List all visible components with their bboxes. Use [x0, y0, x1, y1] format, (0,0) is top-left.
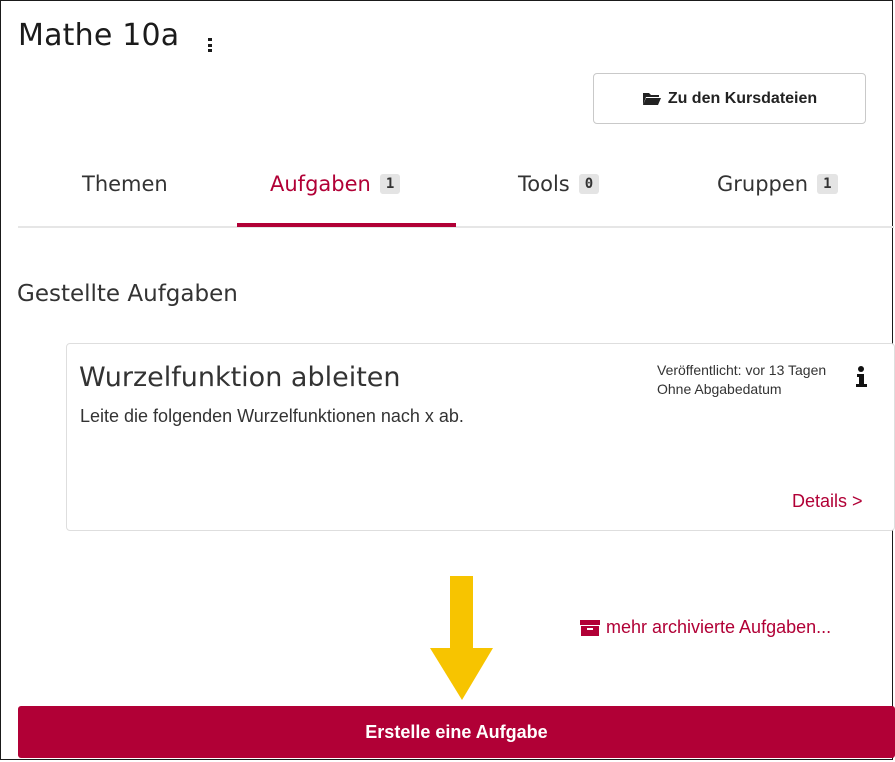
- tab-label: Themen: [82, 172, 168, 196]
- folder-open-icon: [642, 93, 661, 105]
- task-description: Leite die folgenden Wurzelfunktionen nac…: [80, 406, 464, 426]
- tab-count-badge: 1: [379, 174, 401, 194]
- down-arrow-icon: [430, 576, 493, 700]
- tab-tools[interactable]: Tools 0: [518, 172, 600, 196]
- archived-tasks-label: mehr archivierte Aufgaben...: [606, 617, 832, 637]
- tab-label: Aufgaben: [270, 172, 371, 196]
- tab-count-badge: 1: [817, 174, 838, 194]
- task-due: Ohne Abgabedatum: [657, 381, 782, 397]
- archive-box-icon: [580, 619, 600, 636]
- task-card[interactable]: Wurzelfunktion ableiten Leite die folgen…: [66, 343, 895, 531]
- details-link[interactable]: Details >: [792, 491, 863, 512]
- course-tabs: Themen Aufgaben 1 Tools 0 Gruppen 1: [18, 150, 894, 228]
- active-tab-indicator: [237, 223, 456, 227]
- tab-count-badge: 0: [578, 174, 600, 194]
- course-title: Mathe 10a: [18, 18, 180, 53]
- tab-gruppen[interactable]: Gruppen 1: [717, 172, 838, 196]
- course-files-button[interactable]: Zu den Kursdateien: [593, 73, 866, 124]
- tab-label: Tools: [518, 172, 570, 196]
- vertical-dots-icon[interactable]: [208, 38, 212, 52]
- info-icon[interactable]: [855, 366, 867, 388]
- task-title: Wurzelfunktion ableiten: [79, 362, 401, 393]
- section-title: Gestellte Aufgaben: [17, 281, 238, 307]
- archived-tasks-link[interactable]: mehr archivierte Aufgaben...: [580, 617, 831, 638]
- task-published: Veröffentlicht: vor 13 Tagen: [657, 362, 827, 378]
- tab-label: Gruppen: [717, 172, 809, 196]
- tab-themen[interactable]: Themen: [82, 172, 168, 196]
- create-task-button[interactable]: Erstelle eine Aufgabe: [18, 706, 895, 758]
- task-meta: Veröffentlicht: vor 13 Tagen Ohne Abgabe…: [657, 361, 826, 399]
- course-files-label: Zu den Kursdateien: [667, 89, 818, 107]
- tab-aufgaben[interactable]: Aufgaben 1: [270, 172, 401, 196]
- tabs-divider: [18, 226, 894, 228]
